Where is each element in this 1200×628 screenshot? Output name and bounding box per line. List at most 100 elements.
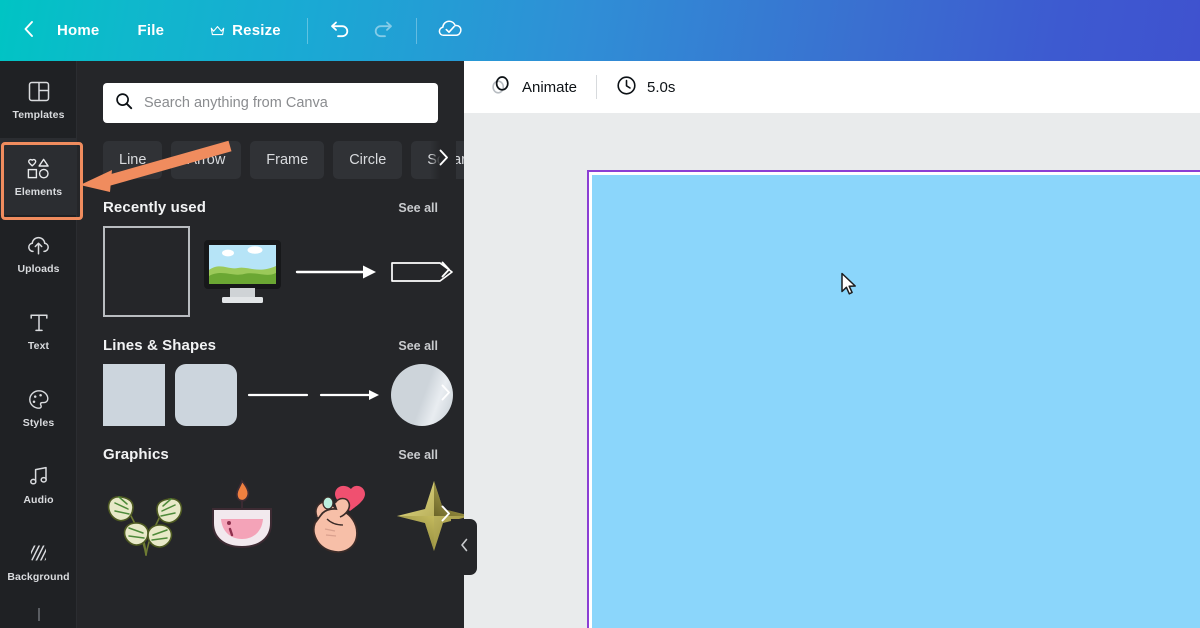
section-title: Graphics — [103, 446, 169, 463]
straight-arrow-thumb[interactable] — [295, 257, 380, 287]
animate-circles-icon — [490, 74, 512, 100]
chip-label: Arrow — [187, 152, 226, 168]
duration-label: 5.0s — [647, 78, 676, 96]
chip-label: Frame — [266, 152, 309, 168]
search-icon — [115, 92, 133, 115]
panel-collapse-handle[interactable] — [451, 519, 477, 575]
more-handle-icon[interactable] — [0, 600, 76, 628]
rounded-square-shape-thumb[interactable] — [175, 364, 237, 426]
sidebar-item-label: Background — [7, 571, 70, 584]
chevron-right-icon — [439, 260, 452, 284]
section-header: Lines & Shapes See all — [103, 337, 464, 354]
section-graphics: Graphics See all — [77, 446, 464, 559]
chip-circle[interactable]: Circle — [333, 141, 403, 179]
chevron-right-icon — [437, 148, 450, 172]
chip-frame[interactable]: Frame — [250, 141, 325, 179]
chip-arrow[interactable]: Arrow — [171, 141, 242, 179]
thumbnail-row — [103, 364, 464, 426]
sidebar-item-label: Styles — [22, 417, 55, 430]
top-toolbar: Home File Resize — [0, 0, 1200, 61]
background-hatch-icon — [26, 540, 51, 566]
sidebar-item-label: Uploads — [17, 263, 60, 276]
file-menu-button[interactable]: File — [123, 11, 178, 51]
section-header: Recently used See all — [103, 199, 464, 216]
see-all-link[interactable]: See all — [398, 201, 438, 215]
redo-arrow-icon — [371, 17, 394, 44]
music-note-icon — [26, 463, 52, 489]
see-all-link[interactable]: See all — [398, 339, 438, 353]
desktop-monitor-thumb[interactable] — [200, 236, 285, 308]
thumbnail-row — [103, 226, 464, 317]
cloud-save-status-button[interactable] — [429, 11, 471, 51]
candle-jar-graphic-thumb[interactable] — [199, 473, 285, 559]
canvas-stage: Animate 5.0s — [464, 61, 1200, 628]
section-title: Lines & Shapes — [103, 337, 217, 354]
sidebar-item-background[interactable]: Background — [0, 523, 76, 600]
outlined-square-thumb[interactable] — [103, 226, 190, 317]
search-bar[interactable] — [103, 83, 438, 123]
toolbar-divider-1 — [306, 17, 308, 44]
sidebar-item-templates[interactable]: Templates — [0, 61, 76, 138]
filter-chip-row: Line Arrow Frame Circle Square — [77, 123, 464, 179]
resize-button[interactable]: Resize — [196, 11, 295, 51]
lines-shapes-next-button[interactable] — [430, 364, 460, 426]
animate-label: Animate — [522, 78, 578, 96]
sidebar-item-label: Audio — [23, 494, 54, 507]
crown-icon — [210, 25, 225, 37]
undo-button[interactable] — [320, 11, 362, 51]
chips-scroll-next-button[interactable] — [430, 141, 456, 179]
section-title: Recently used — [103, 199, 207, 216]
home-label: Home — [57, 22, 100, 39]
file-label: File — [137, 22, 165, 39]
search-container — [77, 61, 464, 123]
square-shape-thumb[interactable] — [103, 364, 165, 426]
hand-heart-graphic-thumb[interactable] — [295, 473, 381, 559]
thumbnail-row — [103, 473, 464, 559]
duration-button[interactable]: 5.0s — [606, 69, 685, 105]
home-button[interactable]: Home — [43, 11, 113, 51]
chip-label: Line — [119, 152, 147, 168]
plant-leaves-graphic-thumb[interactable] — [103, 473, 189, 559]
sidebar-item-label: Text — [27, 340, 50, 353]
artboard-background[interactable] — [592, 175, 1200, 628]
sidebar-item-uploads[interactable]: Uploads — [0, 215, 76, 292]
sidebar-item-styles[interactable]: Styles — [0, 369, 76, 446]
clock-icon — [616, 75, 637, 100]
design-artboard[interactable] — [587, 170, 1200, 628]
see-all-link[interactable]: See all — [398, 448, 438, 462]
palette-icon — [26, 386, 52, 412]
recently-used-next-button[interactable] — [430, 226, 460, 317]
templates-grid-icon — [26, 78, 52, 104]
upload-cloud-icon — [25, 232, 52, 258]
resize-label: Resize — [232, 22, 281, 39]
undo-arrow-icon — [329, 17, 352, 44]
toolbar-divider-2 — [415, 17, 417, 44]
sidebar-item-audio[interactable]: Audio — [0, 446, 76, 523]
chip-line[interactable]: Line — [103, 141, 163, 179]
section-header: Graphics See all — [103, 446, 464, 463]
animate-button[interactable]: Animate — [480, 69, 587, 105]
sidebar-item-text[interactable]: Text — [0, 292, 76, 369]
chevron-right-icon — [439, 504, 452, 528]
text-t-icon — [27, 309, 51, 335]
chevron-right-icon — [439, 383, 452, 407]
arrow-shape-thumb[interactable] — [319, 385, 381, 405]
chevron-left-icon — [22, 19, 35, 43]
search-input[interactable] — [144, 95, 426, 111]
sidebar-item-label: Elements — [14, 186, 63, 199]
sidebar-item-elements[interactable]: Elements — [0, 138, 76, 215]
canvas-toolbar-divider — [596, 75, 598, 99]
sidebar-item-label: Templates — [12, 109, 65, 122]
chip-label: Circle — [349, 152, 387, 168]
section-lines-and-shapes: Lines & Shapes See all — [77, 337, 464, 426]
chevron-left-icon — [460, 538, 469, 557]
back-button[interactable] — [18, 11, 43, 51]
canvas-toolbar: Animate 5.0s — [464, 61, 1200, 113]
left-nav-rail: Templates Elements Uploads Text Styles A… — [0, 61, 77, 628]
redo-button[interactable] — [362, 11, 404, 51]
section-recently-used: Recently used See all — [77, 199, 464, 317]
cloud-saved-check-icon — [437, 17, 463, 44]
elements-panel: Line Arrow Frame Circle Square Recently … — [77, 61, 464, 628]
line-shape-thumb[interactable] — [247, 385, 309, 405]
elements-shapes-icon — [25, 155, 53, 181]
